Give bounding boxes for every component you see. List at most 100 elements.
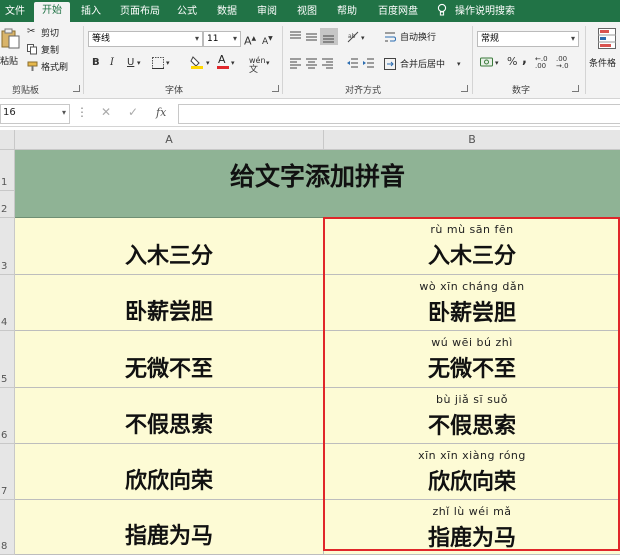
align-left-icon[interactable]	[289, 57, 302, 69]
font-color-icon[interactable]: A	[216, 53, 230, 69]
wrap-text-icon	[385, 32, 396, 42]
tab-home[interactable]: 开始	[34, 2, 70, 22]
chevron-down-icon[interactable]: ▾	[166, 57, 170, 69]
chevron-down-icon[interactable]: ▾	[137, 57, 141, 69]
row-header-7[interactable]: 7	[0, 444, 15, 500]
tab-data[interactable]: 数据	[212, 3, 242, 22]
cell-a8[interactable]: 指鹿为马	[15, 500, 324, 555]
underline-icon[interactable]: U	[127, 57, 134, 69]
chevron-down-icon[interactable]: ▾	[231, 57, 235, 69]
increase-indent-icon[interactable]	[362, 57, 375, 69]
formula-input[interactable]	[178, 104, 620, 124]
decrease-indent-icon[interactable]	[346, 57, 359, 69]
select-all-corner[interactable]	[0, 130, 15, 150]
cell-a5[interactable]: 无微不至	[15, 331, 324, 388]
column-header-b[interactable]: B	[324, 130, 620, 150]
orientation-icon[interactable]: ab	[346, 30, 360, 44]
align-right-icon[interactable]	[321, 57, 334, 69]
conditional-formatting-icon	[598, 28, 616, 49]
italic-icon[interactable]: I	[110, 57, 114, 69]
borders-icon[interactable]	[152, 57, 164, 69]
format-painter-button[interactable]: 格式刷	[27, 60, 73, 74]
cell-b4[interactable]: wò xīn cháng dǎn 卧薪尝胆	[324, 275, 620, 331]
wrap-text-button[interactable]: 自动换行	[384, 30, 450, 44]
merge-center-button[interactable]: 合并后居中 ▾	[384, 57, 468, 71]
title-cell[interactable]: 给文字添加拼音	[15, 150, 620, 218]
merge-center-icon	[384, 58, 396, 70]
ribbon: 粘贴 ✂ 剪切 复制 格式刷 剪贴板 等线 ▾ 11 ▾ A▲ A▼ B I U…	[0, 22, 620, 99]
cell-a4[interactable]: 卧薪尝胆	[15, 275, 324, 331]
row-header-6[interactable]: 6	[0, 388, 15, 444]
align-bottom-button[interactable]	[320, 28, 338, 45]
row-header-2[interactable]: 2	[0, 191, 15, 218]
align-top-icon[interactable]	[289, 31, 302, 43]
conditional-formatting-button[interactable]: 条件格	[589, 28, 620, 74]
phonetic-guide-icon[interactable]: wén 文	[249, 56, 266, 75]
cell-a7[interactable]: 欣欣向荣	[15, 444, 324, 500]
bold-icon[interactable]: B	[92, 57, 100, 69]
font-size-combo[interactable]: 11 ▾	[203, 31, 241, 47]
cell-b5[interactable]: wú wēi bú zhì 无微不至	[324, 331, 620, 388]
row-header-8[interactable]: 8	[0, 500, 15, 555]
comma-style-icon[interactable]: ,	[522, 53, 527, 66]
cut-button[interactable]: ✂ 剪切	[27, 26, 67, 40]
name-box[interactable]: 16 ▾	[0, 104, 70, 124]
tab-review[interactable]: 审阅	[252, 3, 282, 22]
enter-icon[interactable]: ✓	[128, 106, 138, 118]
pinyin-text: bù jiǎ sī suǒ	[435, 393, 509, 406]
row-header-4[interactable]: 4	[0, 275, 15, 331]
cell-b8[interactable]: zhǐ lù wéi mǎ 指鹿为马	[324, 500, 620, 555]
insert-function-icon[interactable]: fx	[156, 106, 166, 119]
cell-b7[interactable]: xīn xīn xiàng róng 欣欣向荣	[324, 444, 620, 500]
number-format-combo[interactable]: 常规 ▾	[477, 31, 579, 47]
cell-b3[interactable]: rù mù sān fēn 入木三分	[324, 218, 620, 275]
tab-formulas[interactable]: 公式	[172, 3, 202, 22]
fill-color-icon[interactable]	[190, 55, 204, 69]
alignment-dialog-launcher[interactable]	[461, 85, 468, 92]
number-dialog-launcher[interactable]	[572, 85, 579, 92]
chevron-down-icon[interactable]: ▾	[361, 32, 365, 44]
decrease-font-icon[interactable]: A▼	[262, 33, 273, 48]
worksheet-grid: A B 1 2 给文字添加拼音 3 入木三分 rù mù sān fēn 入木三…	[0, 130, 620, 555]
copy-button[interactable]: 复制	[27, 43, 67, 57]
cell-a6[interactable]: 不假思索	[15, 388, 324, 444]
chevron-down-icon[interactable]: ▾	[206, 57, 210, 69]
align-center-icon[interactable]	[305, 57, 318, 69]
tab-file[interactable]: 文件	[0, 3, 30, 22]
clipboard-dialog-launcher[interactable]	[73, 85, 80, 92]
tab-insert[interactable]: 插入	[76, 3, 106, 22]
chevron-down-icon[interactable]: ▾	[266, 57, 270, 69]
pinyin-text: rù mù sān fēn	[430, 223, 514, 236]
brush-icon	[27, 61, 38, 71]
tab-help[interactable]: 帮助	[332, 3, 362, 22]
idiom-text: 无微不至	[124, 357, 213, 382]
font-name-combo[interactable]: 等线 ▾	[88, 31, 203, 47]
increase-decimal-icon[interactable]: ←.0.00	[535, 56, 548, 70]
cell-b6[interactable]: bù jiǎ sī suǒ 不假思索	[324, 388, 620, 444]
accounting-format-icon[interactable]	[480, 56, 494, 68]
row-header-1[interactable]: 1	[0, 150, 15, 191]
group-separator	[585, 26, 586, 94]
align-middle-icon[interactable]	[305, 31, 318, 43]
row-header-5[interactable]: 5	[0, 331, 15, 388]
idiom-text: 不假思索	[124, 413, 213, 438]
column-header-a[interactable]: A	[15, 130, 324, 150]
percent-icon[interactable]: %	[507, 56, 517, 68]
paste-button[interactable]: 粘贴	[0, 28, 22, 74]
lightbulb-icon[interactable]	[434, 3, 450, 22]
row-header-3[interactable]: 3	[0, 218, 15, 275]
copy-label: 复制	[41, 46, 60, 56]
tell-me-search[interactable]: 操作说明搜索	[452, 3, 518, 22]
font-dialog-launcher[interactable]	[272, 85, 279, 92]
cell-a3[interactable]: 入木三分	[15, 218, 324, 275]
tab-view[interactable]: 视图	[292, 3, 322, 22]
conditional-formatting-label: 条件格	[589, 59, 617, 69]
formula-bar: 16 ▾ ⋮ ✕ ✓ fx	[0, 99, 620, 127]
tab-baidu-netdisk[interactable]: 百度网盘	[372, 3, 424, 22]
chevron-down-icon[interactable]: ▾	[495, 57, 499, 69]
increase-font-icon[interactable]: A▲	[244, 33, 256, 48]
idiom-text: 不假思索	[427, 414, 516, 439]
tab-page-layout[interactable]: 页面布局	[114, 3, 166, 22]
cancel-icon[interactable]: ✕	[101, 106, 111, 118]
decrease-decimal-icon[interactable]: .00 →.0	[556, 56, 569, 70]
